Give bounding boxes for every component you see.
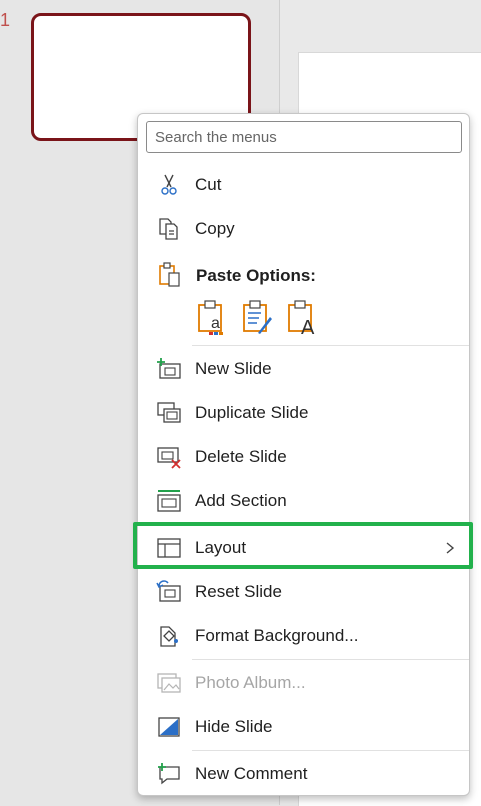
copy-icon [159, 218, 178, 240]
menu-separator [192, 345, 469, 346]
scissors-icon [161, 174, 177, 195]
menu-item-add-section[interactable]: Add Section [139, 479, 470, 523]
paste-options-label: Paste Options: [196, 266, 316, 285]
menu-item-label: New Slide [195, 359, 272, 378]
paste-keep-text-only-button[interactable]: A [284, 297, 320, 339]
paste-keep-source-formatting-button[interactable] [239, 297, 275, 337]
photo-album-icon [157, 673, 181, 693]
hide-slide-icon [158, 717, 180, 737]
menu-item-label: New Comment [195, 764, 308, 783]
new-slide-icon [157, 358, 181, 379]
menu-item-label: Hide Slide [195, 717, 273, 736]
paste-use-destination-theme-button[interactable]: a [194, 297, 230, 337]
paste-use-destination-theme-icon: a [198, 300, 223, 335]
menu-item-hide-slide[interactable]: Hide Slide [139, 705, 470, 749]
menu-item-new-slide[interactable]: New Slide [139, 347, 470, 391]
menu-item-photo-album: Photo Album... [139, 661, 470, 705]
menu-item-duplicate-slide[interactable]: Duplicate Slide [139, 391, 470, 435]
paste-keep-text-only-icon: A [288, 300, 315, 339]
menu-item-label: Cut [195, 175, 222, 194]
search-menus-input[interactable] [146, 121, 462, 153]
menu-item-layout[interactable]: Layout [139, 526, 470, 570]
menu-item-label: Photo Album... [195, 673, 306, 692]
menu-item-cut[interactable]: Cut [139, 163, 470, 207]
menu-item-label: Delete Slide [195, 447, 287, 466]
paste-keep-source-formatting-icon [243, 300, 272, 334]
menu-item-label: Add Section [195, 491, 287, 510]
menu-item-format-background[interactable]: Format Background... [139, 614, 470, 658]
delete-slide-icon [157, 447, 181, 469]
slide-number: 1 [0, 10, 11, 30]
duplicate-slide-icon [157, 402, 181, 423]
context-menu: Cut Copy Paste Options: a [137, 113, 470, 796]
menu-item-label: Layout [195, 538, 247, 557]
menu-item-delete-slide[interactable]: Delete Slide [139, 435, 470, 479]
layout-icon [157, 538, 181, 558]
reset-slide-icon [156, 580, 181, 602]
menu-item-reset-slide[interactable]: Reset Slide [139, 570, 470, 614]
add-section-icon [157, 490, 181, 512]
menu-item-label: Copy [195, 219, 235, 238]
paste-glyph: A [301, 317, 315, 337]
paste-options-header: Paste Options: [139, 254, 470, 294]
menu-separator [192, 750, 469, 751]
chevron-right-icon [446, 542, 455, 554]
clipboard-icon [159, 262, 180, 287]
menu-item-label: Reset Slide [195, 582, 282, 601]
format-background-icon [160, 626, 178, 647]
paste-glyph: a [211, 315, 220, 332]
menu-separator [192, 659, 469, 660]
new-comment-icon [158, 763, 180, 785]
menu-item-label: Duplicate Slide [195, 403, 309, 422]
menu-item-copy[interactable]: Copy [139, 207, 470, 251]
menu-item-new-comment[interactable]: New Comment [139, 752, 470, 796]
menu-item-label: Format Background... [195, 626, 359, 645]
